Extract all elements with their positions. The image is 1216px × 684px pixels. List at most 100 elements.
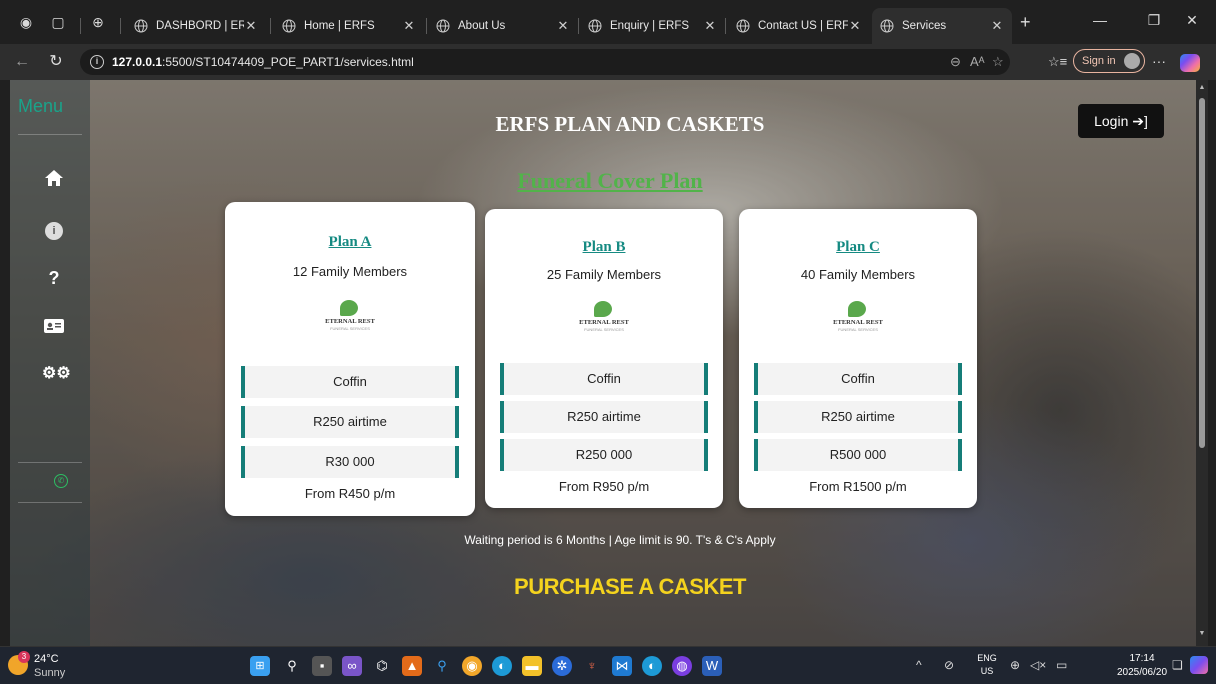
restore-icon[interactable]: ❐ — [1144, 12, 1164, 29]
close-icon[interactable]: ✕ — [848, 18, 862, 34]
tab-actions-icon[interactable]: ▢ — [50, 14, 66, 30]
plan-price: From R450 p/m — [304, 486, 396, 501]
language-indicator[interactable]: ENG US — [972, 652, 1002, 678]
chrome-icon[interactable]: ◉ — [462, 656, 482, 676]
plan-card-c: Plan C 40 Family Members ETERNAL REST FU… — [739, 209, 977, 508]
globe-icon — [436, 19, 450, 33]
pinned-tab-icon[interactable]: ⊕ — [90, 14, 106, 30]
battery-icon[interactable]: ▭ — [1056, 658, 1067, 672]
clock[interactable]: 17:14 2025/06/20 — [1112, 652, 1172, 680]
search-icon[interactable]: ⚲ — [282, 656, 302, 676]
close-icon[interactable]: ✕ — [402, 18, 416, 34]
tab-label: Enquiry | ERFS — [610, 20, 690, 32]
minimize-icon[interactable]: — — [1090, 12, 1110, 28]
copilot-icon[interactable] — [1180, 54, 1200, 72]
favorite-star-icon[interactable]: ☆ — [992, 54, 1004, 70]
sign-in-button[interactable]: Sign in — [1073, 49, 1145, 73]
vscode-icon[interactable]: ⋈ — [612, 656, 632, 676]
refresh-icon[interactable]: ↻ — [46, 52, 66, 72]
tab-services[interactable]: Services ✕ — [872, 8, 1012, 44]
new-tab-icon[interactable]: + — [1020, 12, 1031, 33]
edge-icon[interactable]: ◐ — [492, 656, 512, 676]
eternal-rest-logo: ETERNAL REST FUNERAL SERVICES — [569, 301, 639, 335]
leaf-icon — [848, 301, 866, 317]
plan-feature: R250 airtime — [754, 401, 962, 433]
tab-label: Services — [902, 20, 947, 32]
plan-feature: R250 000 — [500, 439, 708, 471]
chatgpt-icon[interactable]: ⌬ — [372, 656, 392, 676]
eternal-rest-logo: ETERNAL REST FUNERAL SERVICES — [823, 301, 893, 335]
home-icon[interactable] — [42, 166, 66, 190]
scrollbar[interactable]: ▲ ▼ — [1196, 80, 1208, 646]
zoom-icon[interactable]: ⊖ — [950, 54, 961, 70]
settings-app-icon[interactable]: ✲ — [552, 656, 572, 676]
tab-about[interactable]: About Us ✕ — [428, 8, 578, 44]
plan-members: 12 Family Members — [292, 264, 408, 279]
close-window-icon[interactable]: ✕ — [1182, 12, 1202, 29]
more-options-icon[interactable]: ··· — [1152, 53, 1166, 69]
read-aloud-icon[interactable]: Aᴬ — [970, 54, 985, 69]
microphone-icon[interactable]: ♆ — [582, 656, 602, 676]
globe-icon — [736, 19, 750, 33]
help-icon[interactable]: ? — [42, 266, 66, 290]
info-icon[interactable]: i — [90, 55, 104, 69]
globe-icon — [880, 19, 894, 33]
temperature: 24°C — [34, 653, 59, 665]
settings-icon[interactable]: ⚙⚙ — [42, 362, 71, 386]
whatsapp-icon[interactable]: ✆ — [54, 474, 68, 488]
word-icon[interactable]: W — [702, 656, 722, 676]
close-icon[interactable]: ✕ — [556, 18, 570, 34]
tab-enquiry[interactable]: Enquiry | ERFS ✕ — [580, 8, 725, 44]
search-app-icon[interactable]: ⚲ — [432, 656, 452, 676]
notifications-icon[interactable]: ❏ — [1172, 658, 1183, 672]
page-viewport: Menu i ? ⚙⚙ ✆ ERFS PLAN AND CASKETS Logi… — [10, 80, 1196, 646]
tab-contact[interactable]: Contact US | ERFS ✕ — [728, 8, 870, 44]
plan-feature: R250 airtime — [241, 406, 459, 438]
chevron-up-icon[interactable]: ^ — [916, 658, 922, 672]
waiting-period-text: Waiting period is 6 Months | Age limit i… — [464, 533, 776, 547]
plan-name[interactable]: Plan C — [739, 239, 977, 256]
back-icon[interactable]: ← — [12, 52, 32, 72]
clock-date: 2025/06/20 — [1116, 667, 1168, 678]
tab-dashboard[interactable]: DASHBORD | ERFS ✕ — [126, 8, 266, 44]
plan-name[interactable]: Plan B — [485, 239, 723, 256]
volume-muted-icon[interactable]: ◁× — [1030, 658, 1046, 672]
start-icon[interactable]: ⊞ — [250, 656, 270, 676]
task-view-icon[interactable]: ▪ — [312, 656, 332, 676]
login-arrow-icon: ➔] — [1132, 113, 1148, 129]
avatar-icon — [1124, 53, 1140, 69]
edge-active-icon[interactable]: ◐ — [642, 656, 662, 676]
plan-price: From R1500 p/m — [809, 479, 907, 494]
network-icon[interactable]: ⊕ — [1010, 658, 1020, 672]
menu-title: Menu — [18, 96, 64, 116]
plan-name[interactable]: Plan A — [225, 234, 475, 251]
scroll-up-icon[interactable]: ▲ — [1198, 84, 1206, 91]
close-icon[interactable]: ✕ — [703, 18, 717, 34]
github-icon[interactable]: ◍ — [672, 656, 692, 676]
screen: ◉ ▢ ⊕ DASHBORD | ERFS ✕ Home | ERFS ✕ Ab… — [0, 0, 1216, 684]
globe-icon — [134, 19, 148, 33]
plan-card-b: Plan B 25 Family Members ETERNAL REST FU… — [485, 209, 723, 508]
no-network-icon[interactable]: ⊘ — [944, 658, 954, 672]
tab-home[interactable]: Home | ERFS ✕ — [274, 8, 424, 44]
info-icon[interactable]: i — [42, 216, 66, 240]
close-icon[interactable]: ✕ — [244, 18, 258, 34]
file-explorer-icon[interactable]: ▬ — [522, 656, 542, 676]
workspaces-icon[interactable]: ◉ — [18, 14, 34, 30]
scroll-thumb[interactable] — [1199, 98, 1205, 448]
contact-card-icon[interactable] — [42, 314, 66, 338]
close-icon[interactable]: ✕ — [990, 18, 1004, 34]
plan-feature: R30 000 — [241, 446, 459, 478]
app-icon[interactable]: ▲ — [402, 656, 422, 676]
login-button[interactable]: Login ➔] — [1078, 104, 1164, 138]
plan-heading[interactable]: Funeral Cover Plan — [450, 168, 770, 194]
url-input[interactable]: i 127.0.0.1:5500/ST10474409_POE_PART1/se… — [80, 49, 1010, 75]
visual-studio-icon[interactable]: ∞ — [342, 656, 362, 676]
copilot-taskbar-icon[interactable] — [1190, 656, 1208, 674]
favorites-bar-icon[interactable]: ☆≡ — [1048, 54, 1067, 70]
scroll-down-icon[interactable]: ▼ — [1198, 630, 1206, 637]
purchase-casket-heading: PURCHASE A CASKET — [514, 574, 746, 599]
eternal-rest-logo: ETERNAL REST FUNERAL SERVICES — [315, 300, 385, 334]
page-heading: ERFS PLAN AND CASKETS — [495, 112, 765, 136]
tab-label: Home | ERFS — [304, 20, 375, 32]
